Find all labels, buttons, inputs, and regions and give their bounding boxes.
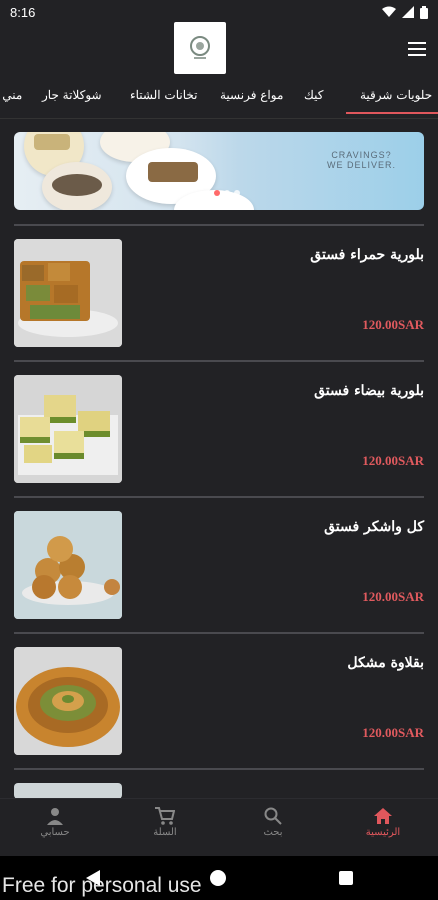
battery-icon: [420, 5, 428, 19]
tab-french[interactable]: مواع فرنسية: [220, 88, 283, 102]
divider: [14, 496, 424, 498]
store-logo[interactable]: [174, 22, 226, 74]
nav-account[interactable]: حسابي: [20, 807, 90, 838]
product-image: [14, 239, 122, 347]
product-image: [14, 783, 122, 799]
banner-pastry: [52, 174, 102, 196]
product-price: 120.00SAR: [362, 725, 424, 740]
wifi-icon: [382, 6, 396, 17]
product-price: 120.00SAR: [362, 589, 424, 604]
nav-home[interactable]: الرئيسية: [348, 807, 418, 838]
category-tabs: حلويات شرقية كيك مواع فرنسية تخانات الشت…: [0, 82, 438, 119]
product-card-partial[interactable]: [14, 783, 424, 799]
bottom-nav: حسابي السلة بحث الرئيسية: [0, 798, 438, 855]
status-bar: 8:16: [0, 0, 438, 24]
product-image: [14, 511, 122, 619]
banner-dots: [214, 190, 240, 196]
divider: [14, 360, 424, 362]
banner-pastry: [148, 162, 198, 182]
status-icons: [382, 5, 428, 19]
product-name: كل واشكر فستق: [324, 519, 424, 535]
product-name: بلورية بيضاء فستق: [314, 383, 424, 399]
tab-more[interactable]: مني ?: [0, 88, 22, 102]
product-card[interactable]: بلورية بيضاء فستق 120.00SAR: [14, 375, 424, 485]
banner-pastry: [34, 134, 70, 150]
recents-icon[interactable]: [338, 870, 354, 886]
watermark-text: Free for personal use: [2, 874, 202, 897]
logo-emblem-icon: [190, 36, 210, 59]
tab-oriental-sweets[interactable]: حلويات شرقية: [345, 88, 438, 114]
home-button-icon[interactable]: [208, 868, 228, 888]
product-card[interactable]: بلورية حمراء فستق 120.00SAR: [14, 239, 424, 349]
product-card[interactable]: بقلاوة مشكل 120.00SAR: [14, 647, 424, 757]
person-icon: [47, 808, 63, 825]
divider: [14, 768, 424, 770]
signal-icon: [402, 6, 414, 18]
banner-tagline: CRAVINGS? WE DELIVER.: [326, 150, 396, 170]
nav-cart[interactable]: السلة: [130, 807, 200, 838]
product-price: 120.00SAR: [362, 317, 424, 332]
app-header: [0, 22, 438, 80]
product-price: 120.00SAR: [362, 453, 424, 468]
promo-banner[interactable]: CRAVINGS? WE DELIVER.: [14, 132, 424, 210]
product-name: بقلاوة مشكل: [347, 655, 424, 671]
product-card[interactable]: كل واشكر فستق 120.00SAR: [14, 511, 424, 621]
divider: [14, 632, 424, 634]
status-time: 8:16: [10, 4, 36, 20]
product-image: [14, 375, 122, 483]
product-image: [14, 647, 122, 755]
search-icon: [264, 807, 282, 825]
cart-icon: [155, 807, 175, 825]
product-name: بلورية حمراء فستق: [310, 247, 424, 263]
nav-home-label: الرئيسية: [365, 827, 401, 838]
nav-cart-label: السلة: [153, 827, 177, 838]
divider: [14, 224, 424, 226]
tab-cake[interactable]: كيك: [304, 88, 323, 102]
tab-winter[interactable]: تخانات الشتاء: [130, 88, 197, 102]
nav-account-label: حسابي: [40, 827, 70, 838]
hamburger-menu-icon[interactable]: [408, 42, 426, 56]
tab-chocolate[interactable]: شوكلاتة جار: [42, 88, 102, 102]
nav-search-label: بحث: [263, 827, 283, 838]
home-icon: [374, 808, 392, 824]
nav-search[interactable]: بحث: [238, 807, 308, 838]
